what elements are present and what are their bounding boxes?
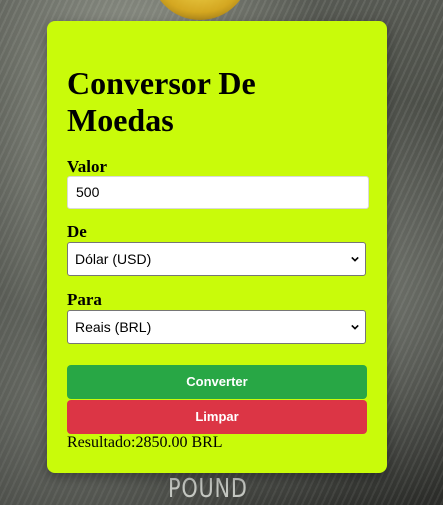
amount-input[interactable]: 500 — [67, 176, 369, 209]
to-currency-value: Reais (BRL) — [75, 319, 152, 335]
from-label: De — [67, 222, 87, 241]
amount-label: Valor — [67, 157, 107, 176]
background-bill-text: POUND — [168, 474, 248, 504]
result-text: Resultado:2850.00 BRL — [67, 434, 223, 452]
chevron-down-icon — [351, 324, 359, 330]
page-title: Conversor De Moedas — [67, 65, 256, 138]
converter-card: Conversor De Moedas Valor 500 De Dólar (… — [47, 21, 387, 473]
convert-button[interactable]: Converter — [67, 365, 367, 399]
to-label: Para — [67, 290, 102, 309]
to-currency-select[interactable]: Reais (BRL) — [67, 310, 366, 344]
clear-button[interactable]: Limpar — [67, 400, 367, 434]
from-currency-value: Dólar (USD) — [75, 251, 152, 267]
result-prefix: Resultado: — [67, 434, 136, 451]
result-value: 2850.00 BRL — [135, 434, 223, 451]
from-currency-select[interactable]: Dólar (USD) — [67, 242, 366, 276]
chevron-down-icon — [351, 256, 359, 262]
